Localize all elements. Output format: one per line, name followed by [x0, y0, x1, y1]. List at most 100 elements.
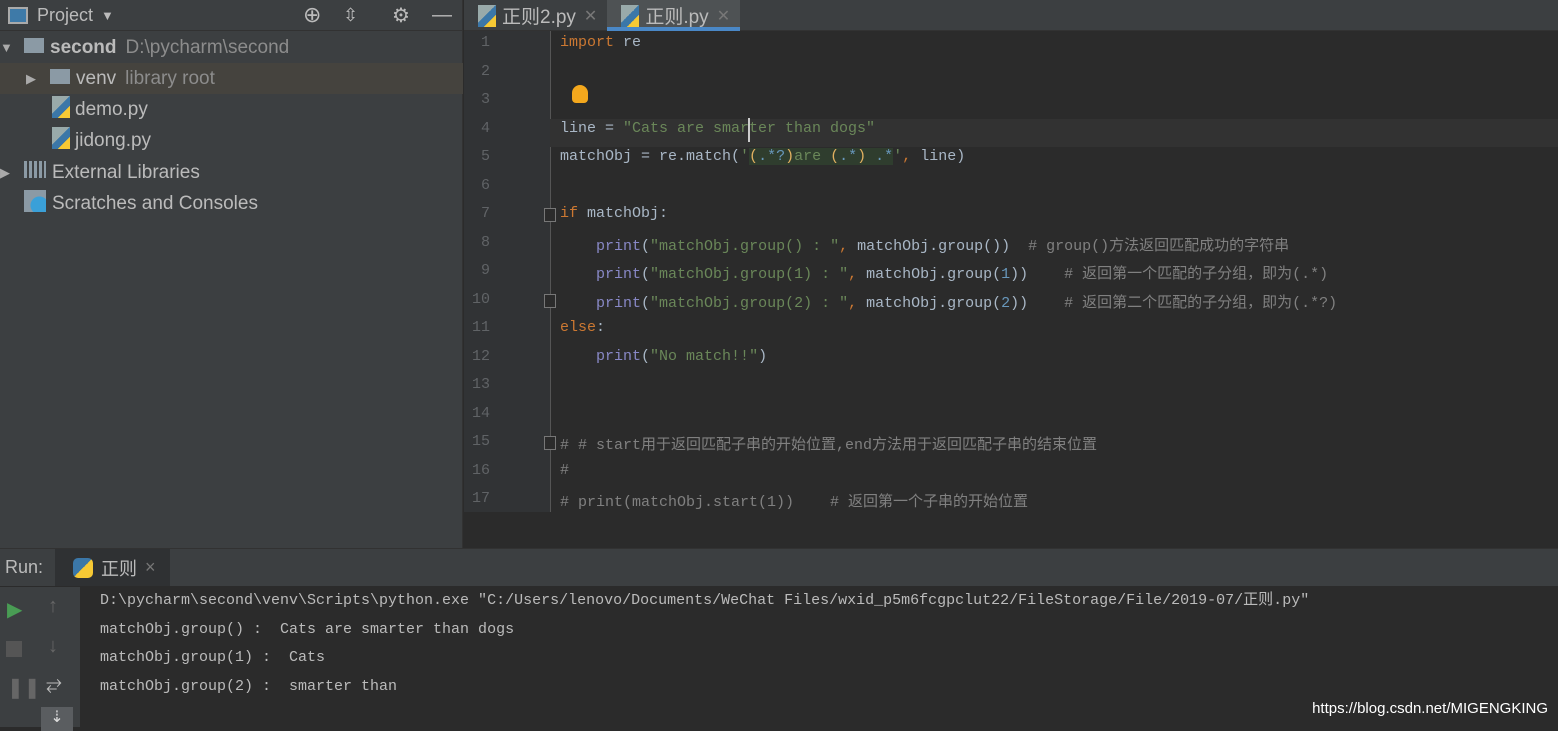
code-token: if — [560, 205, 579, 222]
expand-arrow-icon[interactable]: ▶ — [26, 71, 50, 87]
close-icon[interactable]: × — [145, 557, 156, 578]
tree-item[interactable]: Scratches and Consoles — [0, 189, 463, 220]
expand-arrow-icon[interactable]: ▶ — [0, 165, 24, 181]
scratches-icon — [24, 190, 52, 218]
python-icon — [73, 557, 94, 578]
pause-icon[interactable]: ❚❚ — [7, 675, 41, 700]
code-token: import — [560, 34, 615, 51]
python-file-icon — [52, 127, 75, 155]
code-token: 1 — [1001, 266, 1011, 283]
line-number: 7 — [480, 205, 490, 222]
rerun-icon[interactable]: ▶ — [7, 597, 22, 622]
code-token: # group()方法返回匹配成功的字符串 — [1028, 237, 1290, 255]
code-token: print — [596, 266, 642, 283]
tree-item[interactable]: ▼ second D:\pycharm\second — [0, 32, 463, 63]
python-file-icon — [478, 4, 496, 27]
code-line[interactable]: # print(matchObj.start(1)) # 返回第一个子串的开始位… — [560, 490, 1028, 511]
editor-tab[interactable]: 正则.py ✕ — [607, 0, 741, 31]
code-token: ( — [749, 148, 759, 165]
code-token: ( — [641, 294, 651, 312]
chevron-down-icon[interactable]: ▼ — [101, 8, 114, 23]
line-number: 9 — [480, 262, 490, 279]
run-tab-label: 正则 — [101, 558, 138, 579]
console-line: D:\pycharm\second\venv\Scripts\python.ex… — [100, 592, 1310, 609]
code-token: # 返回第一个匹配的子分组，即为(.*) — [1064, 266, 1329, 283]
code-token: are — [794, 148, 831, 165]
line-number: 6 — [480, 176, 490, 194]
tree-item[interactable]: jidong.py — [0, 126, 463, 157]
code-token: ( — [830, 148, 840, 165]
line-number: 5 — [480, 148, 490, 165]
collapse-all-icon[interactable]: ⇳ — [343, 5, 358, 26]
code-token: .* — [875, 148, 894, 165]
project-view-dropdown[interactable]: Project — [37, 5, 93, 26]
code-token: matchObj: — [578, 205, 669, 222]
gear-icon[interactable]: ⚙ — [392, 3, 410, 28]
line-number: 15 — [471, 433, 490, 450]
locate-icon[interactable]: ⊕ — [303, 2, 321, 28]
code-line[interactable]: print("matchObj.group() : ", matchObj.gr… — [560, 234, 1289, 255]
libraries-icon — [24, 161, 52, 184]
stop-icon[interactable] — [6, 641, 22, 657]
tree-item-hint: library root — [125, 67, 215, 89]
tree-item[interactable]: demo.py — [0, 95, 463, 126]
line-number: 2 — [480, 62, 490, 80]
code-token: , — [848, 266, 858, 283]
tree-item-label: demo.py — [75, 99, 148, 121]
code-area[interactable]: 1 import re 2 3 4 line = "Cats are smarter th… — [464, 34, 1558, 512]
fold-end-icon[interactable] — [544, 293, 556, 308]
code-token: ) — [758, 347, 768, 365]
console-output[interactable]: D:\pycharm\second\venv\Scripts\python.ex… — [100, 587, 1309, 702]
code-token: else — [560, 319, 597, 336]
code-line[interactable]: print("matchObj.group(1) : ", matchObj.g… — [560, 262, 1328, 283]
soft-wrap-icon[interactable]: ⥂ — [46, 673, 62, 696]
expand-arrow-icon[interactable]: ▼ — [0, 40, 24, 55]
code-line[interactable]: import re — [560, 34, 641, 51]
code-token: line) — [911, 148, 966, 165]
line-number: 3 — [480, 91, 490, 108]
lightbulb-icon[interactable] — [572, 85, 588, 103]
code-line[interactable]: matchObj = re.match('(.*?)are (.*) .*', … — [560, 148, 965, 165]
tree-item-hint: D:\pycharm\second — [125, 36, 290, 58]
run-toolbar: Run: 正则 × — [0, 549, 1558, 586]
code-line[interactable]: print("matchObj.group(2) : ", matchObj.g… — [560, 291, 1337, 312]
code-token: "matchObj.group(1) : " — [650, 266, 849, 283]
code-line[interactable]: # — [560, 462, 569, 479]
run-tab[interactable]: 正则 × — [55, 549, 170, 586]
code-token: matchObj.group( — [857, 266, 1002, 283]
scroll-to-end-icon[interactable]: ⇣ — [41, 707, 73, 731]
fold-icon[interactable] — [544, 208, 556, 222]
code-token: "matchObj.group() : " — [650, 237, 840, 255]
code-line[interactable]: print("No match!!") — [560, 348, 767, 365]
tree-item[interactable]: ▶ External Libraries — [0, 157, 463, 188]
close-icon[interactable]: ✕ — [717, 6, 730, 26]
code-editor[interactable]: 正则2.py ✕ 正则.py ✕ 1 import re 2 3 4 line = "Cats … — [464, 0, 1558, 512]
code-token: ( — [641, 266, 651, 283]
hide-icon[interactable]: — — [432, 4, 452, 27]
code-line[interactable]: line = "Cats are smarter than dogs" — [560, 120, 875, 137]
code-line[interactable]: # # start用于返回匹配子串的开始位置,end方法用于返回匹配子串的结束位… — [560, 433, 1097, 454]
code-token: ( — [641, 347, 651, 365]
tab-label: 正则2.py — [502, 7, 576, 28]
arrow-down-icon[interactable]: ↓ — [48, 635, 58, 658]
tree-item-label: jidong.py — [75, 130, 152, 152]
code-line[interactable]: if matchObj: — [560, 205, 668, 222]
fold-icon[interactable] — [544, 436, 556, 450]
code-token — [866, 148, 876, 165]
close-icon[interactable]: ✕ — [584, 6, 597, 26]
python-file-icon — [52, 96, 75, 124]
line-number: 8 — [480, 233, 490, 251]
line-number: 1 — [480, 34, 490, 51]
arrow-up-icon[interactable]: ↑ — [48, 595, 58, 618]
editor-tab[interactable]: 正则2.py ✕ — [464, 0, 607, 31]
code-token: # 返回第二个匹配的子分组，即为(.*?) — [1064, 294, 1338, 312]
folder-icon — [24, 37, 50, 59]
tree-item-label: second — [50, 36, 117, 58]
code-token: print — [596, 237, 642, 255]
tree-item[interactable]: ▶ venv library root — [0, 63, 463, 95]
watermark: https://blog.csdn.net/MIGENGKING — [1312, 700, 1548, 717]
code-line[interactable]: else: — [560, 319, 605, 336]
